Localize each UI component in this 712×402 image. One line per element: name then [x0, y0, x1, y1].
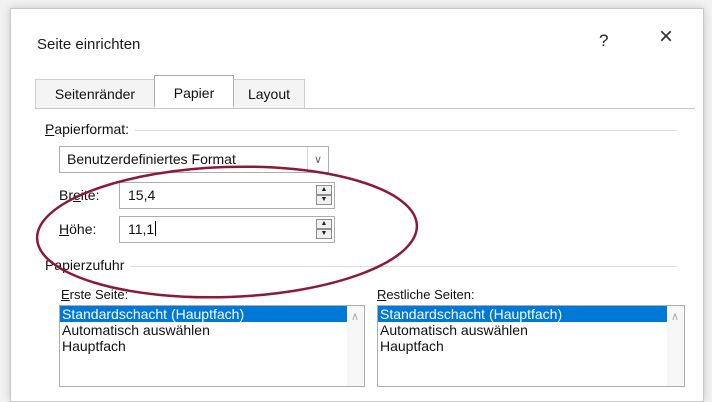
other-pages-label: Restliche Seiten: [377, 287, 475, 302]
chevron-up-icon[interactable]: ∧ [671, 310, 679, 323]
width-label: Breite: [59, 187, 100, 203]
close-button[interactable]: × [659, 25, 673, 49]
height-value[interactable]: 11,1 [128, 221, 154, 237]
list-item[interactable]: Automatisch auswählen [60, 322, 364, 338]
width-up-button[interactable]: ▲ [316, 185, 332, 195]
tab-divider [35, 108, 695, 109]
text-cursor [155, 221, 157, 236]
first-page-label: Erste Seite: [61, 287, 129, 302]
chevron-up-icon[interactable]: ∧ [351, 310, 359, 323]
height-label: Höhe: [59, 221, 97, 237]
close-icon[interactable]: × [659, 23, 673, 50]
height-down-button[interactable]: ▼ [316, 229, 332, 239]
height-stepper[interactable]: 11,1 ▲ ▼ [119, 216, 335, 243]
dialog-title: Seite einrichten [37, 36, 141, 53]
papierformat-rule [47, 130, 677, 131]
first-page-listbox[interactable]: Standardschacht (Hauptfach) Automatisch … [59, 305, 365, 387]
scrollbar[interactable]: ∧ [347, 306, 364, 386]
chevron-down-icon[interactable]: ∨ [307, 147, 328, 172]
papierzufuhr-group-label: Papierzufuhr [45, 257, 131, 273]
papierzufuhr-rule [47, 266, 677, 267]
tab-papier[interactable]: Papier [154, 75, 234, 106]
scrollbar[interactable]: ∧ [667, 306, 684, 386]
list-item[interactable]: Hauptfach [60, 338, 364, 354]
width-value[interactable]: 15,4 [128, 187, 155, 203]
width-stepper[interactable]: 15,4 ▲ ▼ [119, 182, 335, 209]
width-down-button[interactable]: ▼ [316, 195, 332, 205]
paper-format-value: Benutzerdefiniertes Format [67, 151, 236, 167]
list-item[interactable]: Standardschacht (Hauptfach) [378, 306, 684, 322]
height-up-button[interactable]: ▲ [316, 219, 332, 229]
page-setup-dialog: Seite einrichten ? × Seitenränder Papier… [10, 8, 704, 402]
paper-format-dropdown[interactable]: Benutzerdefiniertes Format ∨ [59, 146, 329, 173]
list-item[interactable]: Hauptfach [378, 338, 684, 354]
help-button[interactable]: ? [599, 31, 608, 51]
tab-layout[interactable]: Layout [233, 79, 305, 108]
papierformat-group-label: Papierformat: [45, 121, 136, 137]
tab-bar: Seitenränder Papier Layout [35, 75, 695, 108]
tab-seitenraender[interactable]: Seitenränder [35, 79, 155, 108]
other-pages-listbox[interactable]: Standardschacht (Hauptfach) Automatisch … [377, 305, 685, 387]
list-item[interactable]: Standardschacht (Hauptfach) [60, 306, 364, 322]
list-item[interactable]: Automatisch auswählen [378, 322, 684, 338]
